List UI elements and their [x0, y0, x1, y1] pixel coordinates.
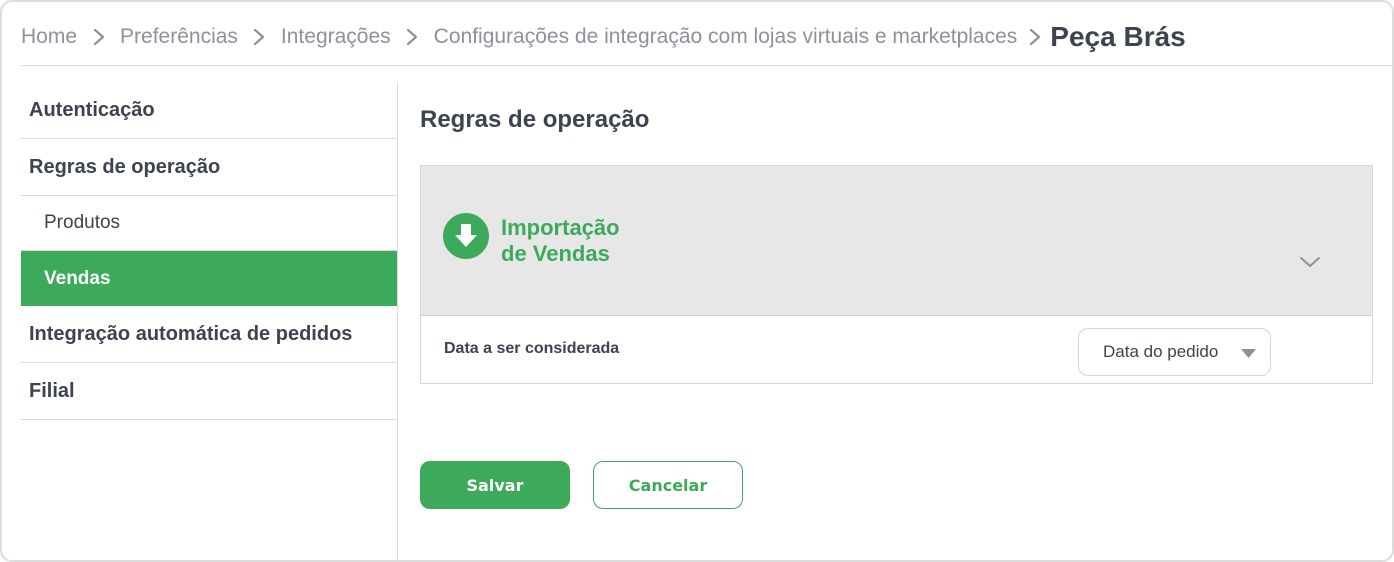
breadcrumb-preferencias[interactable]: Preferências [120, 25, 238, 49]
date-select[interactable]: Data do pedido [1078, 328, 1271, 376]
chevron-right-icon [391, 22, 434, 52]
download-circle-icon [443, 213, 489, 259]
caret-down-icon [1241, 349, 1256, 358]
save-button[interactable]: Salvar [420, 461, 570, 509]
importacao-vendas-panel: Importação de Vendas Data a ser consider… [420, 165, 1373, 384]
sidebar-item-label: Vendas [44, 267, 111, 289]
cancel-button[interactable]: Cancelar [593, 461, 743, 509]
sidebar-item-autenticacao[interactable]: Autenticação [21, 82, 397, 139]
breadcrumb-current: Peça Brás [1050, 21, 1186, 52]
panel-title: Importação de Vendas [501, 215, 701, 267]
panel-title-line1: Importação [501, 215, 620, 240]
sidebar-item-vendas[interactable]: Vendas [21, 251, 397, 306]
sidebar-item-label: Filial [29, 379, 75, 402]
sidebar-item-label: Produtos [44, 212, 121, 233]
page-title: Regras de operação [420, 106, 650, 133]
header-divider [21, 65, 1392, 66]
chevron-down-icon[interactable] [1299, 255, 1321, 269]
sidebar-item-label: Regras de operação [29, 155, 221, 178]
sidebar-item-label: Integração automática de pedidos [29, 322, 353, 345]
date-setting-row: Data a ser considerada Data do pedido [421, 316, 1372, 384]
sidebar: Autenticação Regras de operação Produtos… [21, 82, 397, 420]
breadcrumb-home[interactable]: Home [21, 25, 77, 49]
chevron-right-icon [77, 22, 120, 52]
breadcrumb-configuracoes[interactable]: Configurações de integração com lojas vi… [434, 25, 1018, 49]
sidebar-item-label: Autenticação [29, 98, 155, 121]
chevron-right-icon [238, 22, 281, 52]
app-frame: Home Preferências Integrações Configuraç… [0, 0, 1394, 562]
panel-header[interactable]: Importação de Vendas [421, 166, 1372, 316]
date-select-value: Data do pedido [1103, 342, 1219, 361]
sidebar-item-regras-de-operacao[interactable]: Regras de operação [21, 139, 397, 196]
chevron-right-icon [1017, 22, 1052, 52]
breadcrumb: Home Preferências Integrações Configuraç… [21, 16, 1372, 58]
sidebar-item-produtos[interactable]: Produtos [21, 196, 397, 251]
sidebar-item-filial[interactable]: Filial [21, 363, 397, 420]
panel-title-line2: de Vendas [501, 241, 610, 266]
date-setting-label: Data a ser considerada [444, 340, 620, 357]
sidebar-item-integracao-automatica[interactable]: Integração automática de pedidos [21, 306, 397, 363]
breadcrumb-integracoes[interactable]: Integrações [281, 25, 391, 49]
sidebar-divider [397, 82, 398, 560]
